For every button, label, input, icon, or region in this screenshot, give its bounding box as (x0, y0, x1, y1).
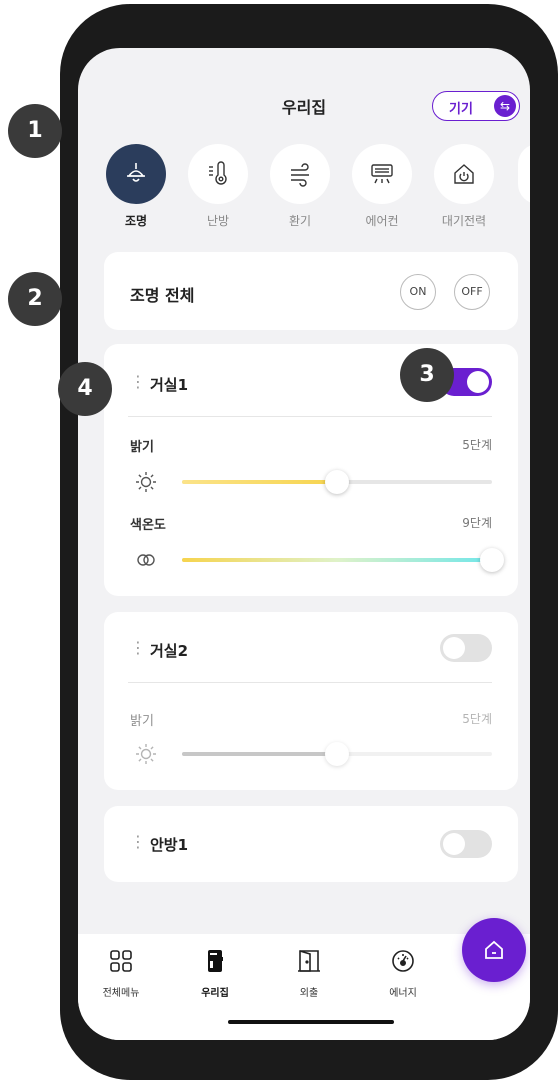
thermometer-icon (188, 144, 248, 204)
nav-label: 에너지 (389, 988, 417, 999)
category-ventilation[interactable]: 환기 (268, 144, 332, 229)
category-label: 난방 (206, 214, 230, 228)
divider (128, 682, 492, 683)
air-conditioner-icon (352, 144, 412, 204)
wind-icon (270, 144, 330, 204)
sun-icon (136, 744, 156, 764)
gauge-icon (392, 950, 414, 972)
nav-energy[interactable]: 에너지 (368, 948, 438, 999)
callout-badge-4: 4 (58, 362, 112, 416)
sun-icon (136, 472, 156, 492)
room-power-toggle[interactable] (440, 634, 492, 662)
nav-label: 우리집 (201, 988, 229, 999)
slider-thumb[interactable] (325, 470, 349, 494)
door-icon (298, 950, 320, 972)
category-lighting[interactable]: 조명 (104, 144, 168, 229)
category-label: 대기전력 (441, 214, 487, 228)
color-temp-slider[interactable] (182, 548, 504, 572)
drag-handle-icon[interactable]: ⋮ (130, 638, 146, 657)
nav-label: 전체메뉴 (102, 988, 140, 999)
brightness-slider[interactable] (182, 742, 492, 766)
slider-fill (182, 480, 337, 484)
color-temperature-icon (137, 554, 155, 566)
nav-all-menu[interactable]: 전체메뉴 (86, 948, 156, 999)
all-lights-on-button[interactable]: ON (400, 274, 436, 310)
brightness-label: 밝기 (130, 714, 154, 729)
room-card-living2: ⋮ 거실2 밝기 5단계 (104, 612, 518, 790)
category-standby-power[interactable]: 대기전력 (432, 144, 496, 229)
nav-away[interactable]: 외출 (274, 948, 344, 999)
color-temp-label: 색온도 (130, 518, 166, 533)
category-label: 환기 (288, 214, 312, 228)
slider-fill (182, 558, 492, 562)
door-lock-icon (208, 950, 223, 972)
category-heating[interactable]: 난방 (186, 144, 250, 229)
room-name: 안방1 (150, 836, 189, 854)
all-lights-title: 조명 전체 (130, 286, 195, 305)
callout-badge-3: 3 (400, 348, 454, 402)
nav-label: 외출 (299, 988, 319, 999)
toggle-knob (467, 371, 489, 393)
slider-thumb[interactable] (480, 548, 504, 572)
home-fab-button[interactable] (462, 918, 526, 982)
callout-badge-1: 1 (8, 104, 62, 158)
callout-badge-2: 2 (8, 272, 62, 326)
all-lights-off-button[interactable]: OFF (454, 274, 490, 310)
slider-fill (182, 752, 337, 756)
room-card-living1: ⋮ 거실1 밝기 5단계 색온도 9단계 (104, 344, 518, 596)
all-lights-card: 조명 전체 ON OFF (104, 252, 518, 330)
home-indicator (228, 1020, 394, 1024)
brightness-value: 5단계 (462, 438, 492, 452)
category-more[interactable] (518, 144, 530, 204)
stage: 우리집 기기 ⇆ 조명 난방 환기 에어컨 대기전력 조명 전체 ON OFF … (0, 0, 558, 1084)
nav-our-home[interactable]: 우리집 (180, 948, 250, 999)
category-label: 조명 (124, 214, 148, 228)
room-name: 거실2 (150, 642, 189, 660)
brightness-label: 밝기 (130, 440, 154, 455)
category-air-conditioner[interactable]: 에어컨 (350, 144, 414, 229)
color-temp-value: 9단계 (462, 516, 492, 530)
room-name: 거실1 (150, 376, 189, 394)
brightness-slider[interactable] (182, 470, 492, 494)
standby-power-icon (434, 144, 494, 204)
room-card-master1: ⋮ 안방1 (104, 806, 518, 882)
brightness-value: 5단계 (462, 712, 492, 726)
device-toggle-button[interactable]: 기기 ⇆ (432, 91, 520, 121)
category-label: 에어컨 (365, 214, 399, 228)
room-power-toggle[interactable] (440, 830, 492, 858)
app-screen: 우리집 기기 ⇆ 조명 난방 환기 에어컨 대기전력 조명 전체 ON OFF … (78, 48, 530, 1040)
swap-icon: ⇆ (494, 95, 516, 117)
divider (128, 416, 492, 417)
device-toggle-label: 기기 (449, 102, 473, 117)
grid-menu-icon (110, 950, 132, 972)
toggle-knob (443, 637, 465, 659)
home-icon (485, 940, 503, 959)
drag-handle-icon[interactable]: ⋮ (130, 372, 146, 391)
toggle-knob (443, 833, 465, 855)
drag-handle-icon[interactable]: ⋮ (130, 832, 146, 851)
slider-thumb[interactable] (325, 742, 349, 766)
ceiling-lamp-icon (106, 144, 166, 204)
